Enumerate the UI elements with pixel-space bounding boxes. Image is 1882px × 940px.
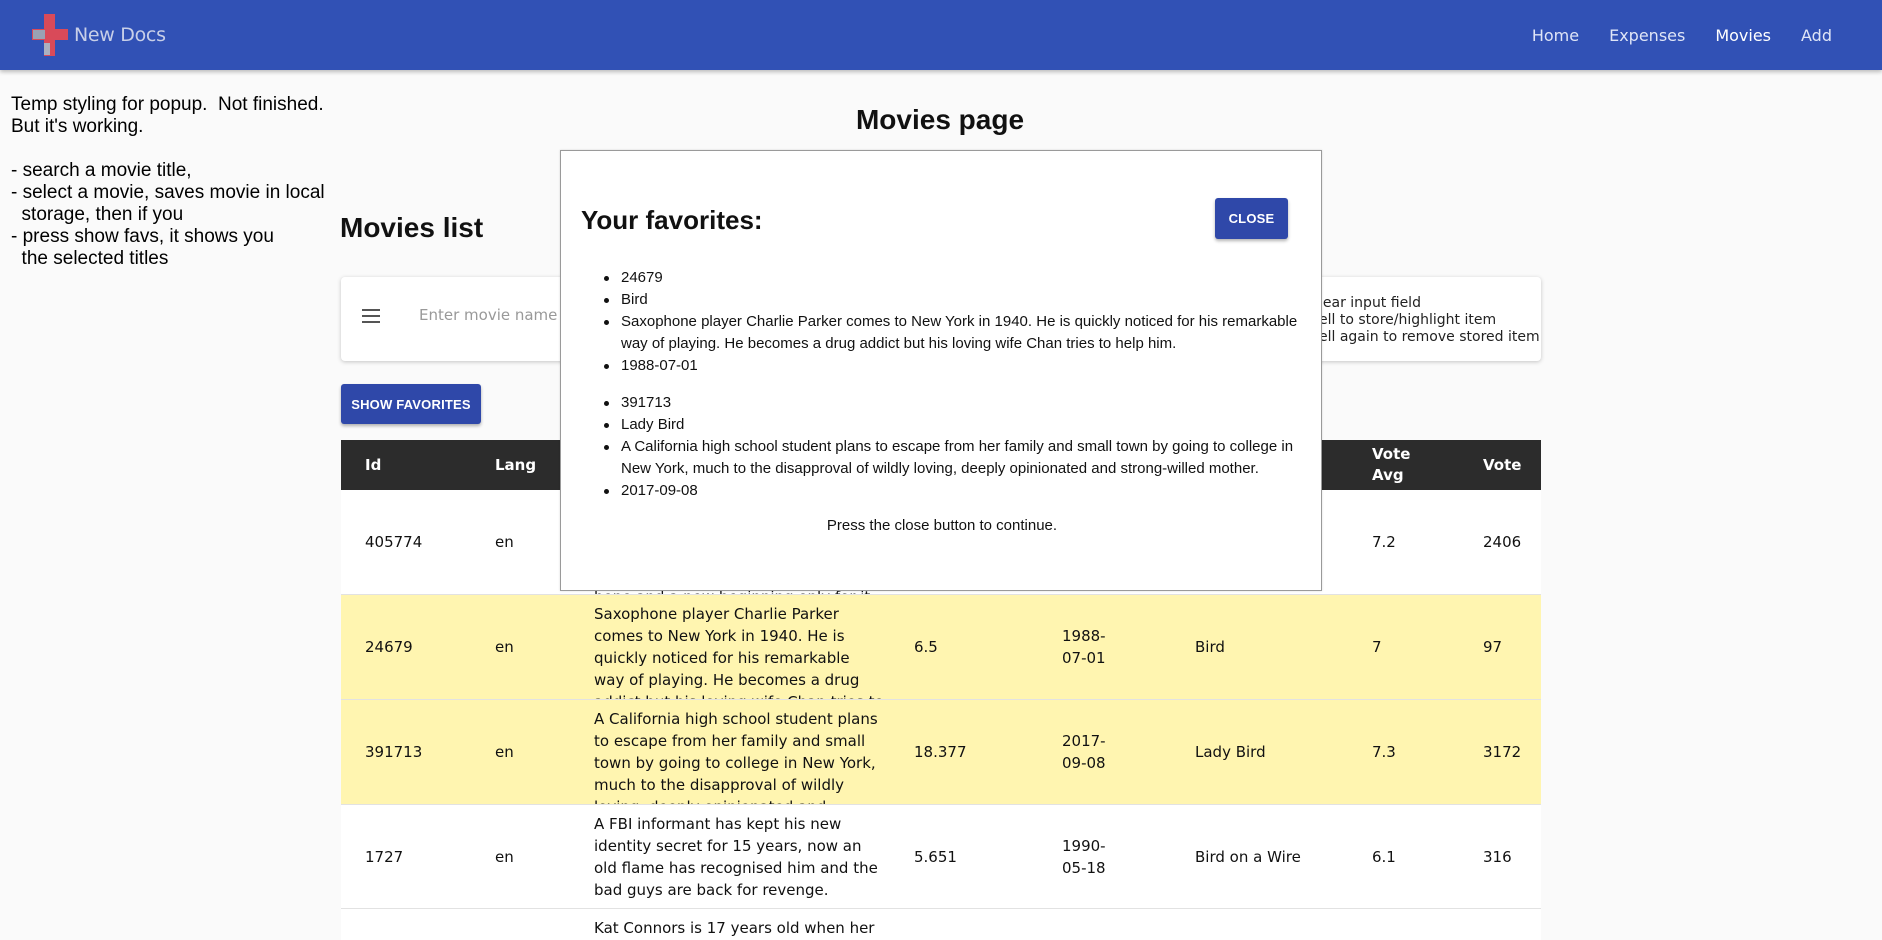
cell-id: 1727: [365, 847, 404, 866]
brand-name: New Docs: [74, 24, 166, 46]
favorite-item: 24679 Bird Saxophone player Charlie Park…: [604, 267, 1311, 377]
cell-title: Bird on a Wire: [1195, 847, 1301, 866]
nav-movies[interactable]: Movies: [1715, 26, 1771, 45]
notes-text: Temp styling for popup. Not finished. Bu…: [11, 94, 325, 269]
cell-overview: Kat Connors is 17 years old when her: [594, 919, 875, 937]
favorite-item: 391713 Lady Bird A California high schoo…: [604, 392, 1311, 502]
favorite-id: 391713: [604, 392, 1311, 414]
cell-overview: A California high school student plans t…: [594, 710, 878, 804]
cell-release: 1990- 05-18: [1062, 836, 1106, 877]
favorite-release: 2017-09-08: [604, 480, 1311, 502]
hint-line: ell again to remove stored item: [1319, 329, 1540, 345]
cell-popularity: 6.5: [914, 638, 938, 656]
cell-id: 24679: [365, 638, 413, 656]
header-vote-avg[interactable]: Vote Avg: [1372, 440, 1410, 490]
top-nav: Home Expenses Movies Add: [1502, 0, 1832, 70]
favorite-title: Lady Bird: [604, 414, 1311, 436]
cell-title: Bird: [1195, 638, 1225, 656]
table-row-favorite[interactable]: 391713 en A California high school stude…: [341, 700, 1541, 805]
cell-id: 391713: [365, 743, 423, 761]
nav-add[interactable]: Add: [1801, 26, 1832, 45]
hint-line: lear input field: [1319, 295, 1421, 311]
cell-release: 2017- 09-08: [1062, 732, 1106, 772]
favorite-overview: Saxophone player Charlie Parker comes to…: [604, 311, 1311, 355]
hint-line: ell to store/highlight item: [1319, 312, 1497, 328]
cross-logo-icon: [30, 14, 70, 56]
menu-icon[interactable]: [359, 304, 383, 328]
favorite-id: 24679: [604, 267, 1311, 289]
cell-vote: 97: [1483, 638, 1503, 656]
favorites-modal: Your favorites: CLOSE 24679 Bird Saxopho…: [560, 150, 1322, 591]
search-hints: lear input field ell to store/highlight …: [1319, 295, 1540, 346]
cell-vote-avg: 6.1: [1372, 847, 1396, 866]
cell-release: 1988- 07-01: [1062, 627, 1106, 667]
page-title: Movies page: [855, 104, 1025, 135]
cell-vote: 316: [1483, 847, 1512, 866]
favorites-list: 24679 Bird Saxophone player Charlie Park…: [604, 267, 1311, 517]
app-bar: New Docs Home Expenses Movies Add: [0, 0, 1882, 70]
cell-lang: en: [495, 847, 514, 866]
cell-popularity: 18.377: [914, 743, 967, 761]
cell-vote: 3172: [1483, 743, 1522, 761]
favorite-title: Bird: [604, 289, 1311, 311]
nav-expenses[interactable]: Expenses: [1609, 26, 1685, 45]
cell-lang: en: [495, 638, 514, 656]
cell-id: 405774: [365, 533, 423, 551]
brand[interactable]: New Docs: [30, 13, 166, 57]
modal-title: Your favorites:: [581, 205, 763, 235]
header-lang[interactable]: Lang: [495, 440, 536, 490]
header-id[interactable]: Id: [365, 440, 381, 490]
cell-lang: en: [495, 743, 514, 761]
modal-footer-text: Press the close button to continue.: [826, 517, 1058, 534]
cell-popularity: 5.651: [914, 847, 957, 866]
cell-vote-avg: 7: [1372, 638, 1382, 656]
cell-title: Lady Bird: [1195, 743, 1266, 761]
table-row[interactable]: 1727 en A FBI informant has kept his new…: [341, 805, 1541, 909]
nav-home[interactable]: Home: [1532, 26, 1579, 45]
close-button[interactable]: CLOSE: [1215, 198, 1288, 239]
cell-overview: Saxophone player Charlie Parker comes to…: [594, 605, 884, 699]
cell-vote-avg: 7.3: [1372, 743, 1396, 761]
header-vote[interactable]: Vote: [1483, 440, 1521, 490]
table-row[interactable]: Kat Connors is 17 years old when her: [341, 909, 1541, 940]
cell-vote-avg: 7.2: [1372, 533, 1396, 551]
favorite-overview: A California high school student plans t…: [604, 436, 1311, 480]
section-title: Movies list: [340, 212, 484, 243]
table-row-favorite[interactable]: 24679 en Saxophone player Charlie Parker…: [341, 595, 1541, 700]
cell-vote: 2406: [1483, 533, 1522, 551]
show-favorites-button[interactable]: SHOW FAVORITES: [341, 384, 481, 424]
cell-lang: en: [495, 533, 514, 551]
cell-overview: A FBI informant has kept his new identit…: [594, 815, 878, 899]
favorite-release: 1988-07-01: [604, 355, 1311, 377]
